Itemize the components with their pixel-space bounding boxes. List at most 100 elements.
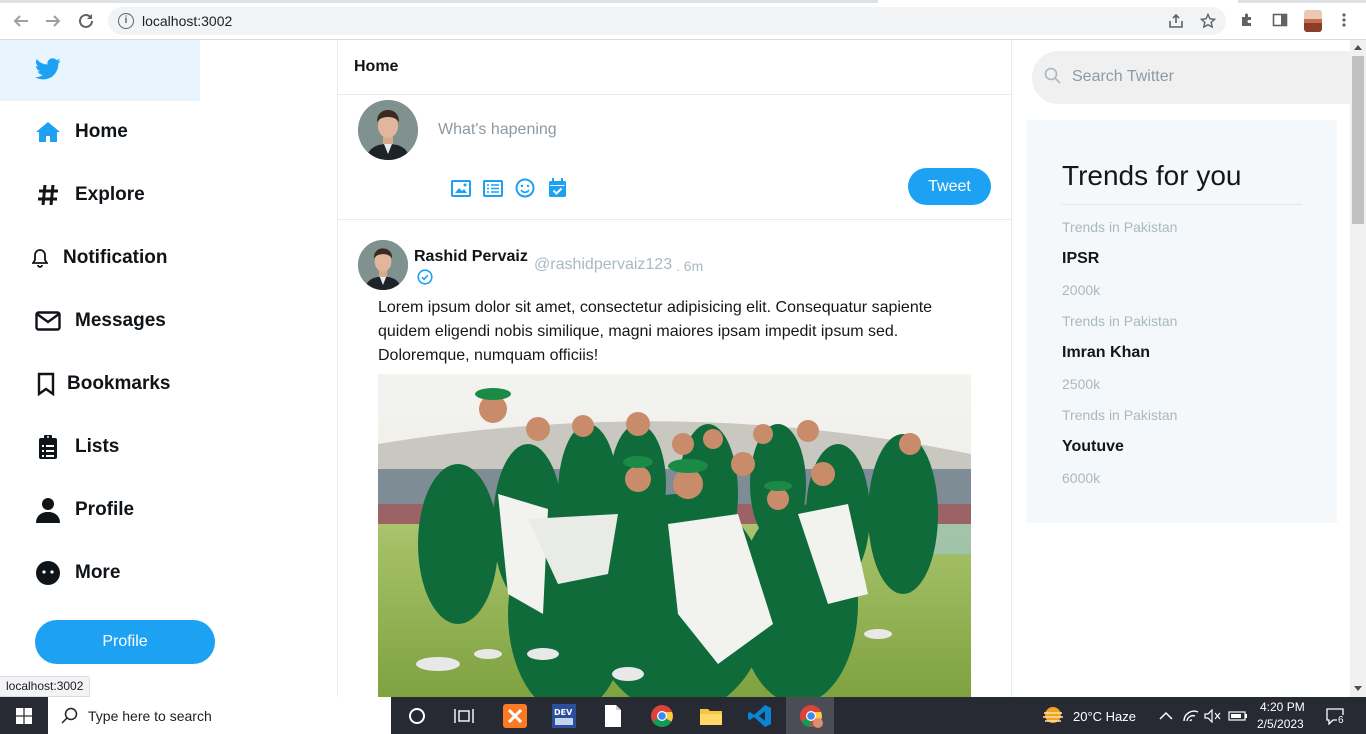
- task-view-icon[interactable]: [451, 703, 476, 728]
- composer-avatar: [358, 100, 418, 160]
- list-icon[interactable]: [482, 177, 504, 199]
- image-icon[interactable]: [450, 177, 472, 199]
- search-box[interactable]: Search Twitter: [1032, 51, 1366, 104]
- battery-icon[interactable]: [1225, 703, 1250, 728]
- tweet-button[interactable]: Tweet: [908, 168, 991, 205]
- post-handle[interactable]: @rashidpervaiz123: [534, 256, 672, 274]
- trend-name[interactable]: IPSR: [1062, 250, 1099, 268]
- nav-bookmarks-label: Bookmarks: [67, 373, 171, 394]
- trends-panel: Trends for you Trends in Pakistan IPSR 2…: [1027, 120, 1337, 523]
- logo-box[interactable]: [0, 40, 200, 101]
- address-bar[interactable]: i localhost:3002: [108, 7, 1226, 35]
- post-image[interactable]: [378, 374, 971, 697]
- search-input[interactable]: Search Twitter: [1072, 68, 1174, 86]
- tray-chevron-up-icon[interactable]: [1153, 703, 1178, 728]
- main-feed: Home What's hapening Tweet Rashid Pervai…: [338, 40, 1012, 697]
- nav-profile[interactable]: Profile: [34, 495, 134, 525]
- envelope-icon: [34, 308, 61, 335]
- scroll-up-arrow[interactable]: [1354, 45, 1362, 50]
- site-info-icon[interactable]: i: [118, 13, 134, 29]
- search-icon: [1044, 67, 1062, 90]
- extensions-icon[interactable]: [1237, 10, 1257, 30]
- nav-bookmarks[interactable]: Bookmarks: [34, 369, 171, 399]
- nav-notification[interactable]: Notification: [31, 243, 168, 273]
- twitter-logo-icon: [35, 58, 61, 80]
- nav-messages[interactable]: Messages: [34, 306, 166, 336]
- nav-explore[interactable]: Explore: [34, 180, 145, 210]
- nav-lists[interactable]: Lists: [34, 432, 119, 462]
- cortana-icon[interactable]: [404, 703, 429, 728]
- page-scrollbar[interactable]: [1350, 40, 1366, 697]
- bookmark-icon: [34, 371, 57, 398]
- file-icon[interactable]: [600, 703, 625, 728]
- browser-menu-icon[interactable]: [1334, 10, 1354, 30]
- windows-taskbar: Type here to search DEV 20°C Haze 4:20 P…: [0, 697, 1366, 734]
- page-title: Home: [354, 58, 399, 75]
- nav-profile-label: Profile: [75, 499, 135, 520]
- devcpp-icon[interactable]: DEV: [551, 703, 576, 728]
- left-sidebar: Home Explore Notification Messages Bookm…: [0, 40, 338, 697]
- tab-strip: [0, 0, 1366, 3]
- feed-header: Home: [338, 40, 1011, 95]
- trend-name[interactable]: Imran Khan: [1062, 344, 1150, 362]
- address-url: localhost:3002: [142, 13, 233, 29]
- nav-messages-label: Messages: [75, 310, 166, 331]
- nav-explore-label: Explore: [75, 184, 145, 205]
- side-panel-icon[interactable]: [1270, 10, 1290, 30]
- right-column: Search Twitter Trends for you Trends in …: [1012, 40, 1366, 697]
- clock-date[interactable]: 2/5/2023: [1257, 717, 1304, 731]
- trend-count: 2500k: [1062, 376, 1101, 392]
- vscode-icon[interactable]: [747, 703, 772, 728]
- taskbar-search-input[interactable]: Type here to search: [88, 708, 212, 724]
- clock-time[interactable]: 4:20 PM: [1260, 700, 1305, 714]
- forward-icon[interactable]: [43, 11, 63, 31]
- file-explorer-icon[interactable]: [698, 703, 723, 728]
- weather-text[interactable]: 20°C Haze: [1073, 709, 1136, 724]
- tweet-post: Rashid Pervaiz @rashidpervaiz123 . 6m Lo…: [338, 220, 1011, 697]
- svg-text:DEV: DEV: [554, 708, 573, 717]
- windows-start-icon[interactable]: [0, 697, 48, 734]
- trend-location: Trends in Pakistan: [1062, 313, 1178, 329]
- more-circle-icon: [34, 560, 61, 587]
- reload-icon[interactable]: [76, 11, 96, 31]
- verified-icon: [417, 269, 433, 290]
- status-bar-url: localhost:3002: [0, 676, 91, 697]
- nav-home-label: Home: [75, 121, 128, 142]
- home-icon: [34, 119, 61, 146]
- post-text: Lorem ipsum dolor sit amet, consectetur …: [378, 299, 933, 364]
- browser-profile-avatar[interactable]: [1304, 10, 1322, 32]
- nav-more[interactable]: More: [34, 558, 120, 588]
- clipboard-list-icon: [34, 434, 61, 461]
- trend-location: Trends in Pakistan: [1062, 219, 1178, 235]
- scroll-down-arrow[interactable]: [1354, 686, 1362, 691]
- nav-lists-label: Lists: [75, 436, 120, 457]
- notification-count: 6: [1337, 715, 1345, 726]
- post-avatar[interactable]: [358, 240, 408, 290]
- chrome-icon[interactable]: [649, 703, 674, 728]
- chrome-profile-icon[interactable]: [798, 703, 823, 728]
- xampp-icon[interactable]: [502, 703, 527, 728]
- scroll-thumb[interactable]: [1352, 56, 1364, 224]
- share-icon[interactable]: [1162, 7, 1190, 35]
- trend-count: 2000k: [1062, 282, 1101, 298]
- nav-more-label: More: [75, 562, 121, 583]
- trend-name[interactable]: Youtuve: [1062, 438, 1124, 456]
- trend-location: Trends in Pakistan: [1062, 407, 1178, 423]
- bell-icon: [31, 245, 49, 272]
- post-time: . 6m: [676, 258, 704, 274]
- post-author-name[interactable]: Rashid Pervaiz: [414, 248, 528, 266]
- tweet-composer: What's hapening Tweet: [338, 95, 1011, 220]
- emoji-icon[interactable]: [514, 177, 536, 199]
- back-icon[interactable]: [11, 11, 31, 31]
- profile-button[interactable]: Profile: [35, 620, 215, 664]
- volume-muted-icon[interactable]: [1200, 703, 1225, 728]
- user-icon: [34, 497, 61, 524]
- taskbar-search-box[interactable]: Type here to search: [48, 697, 391, 734]
- composer-input[interactable]: What's hapening: [438, 121, 557, 139]
- weather-haze-icon[interactable]: [1040, 703, 1065, 728]
- bookmark-star-icon[interactable]: [1194, 7, 1222, 35]
- nav-home[interactable]: Home: [34, 117, 128, 147]
- schedule-icon[interactable]: [546, 177, 568, 199]
- browser-toolbar: i localhost:3002: [0, 0, 1366, 40]
- trends-title: Trends for you: [1062, 160, 1242, 191]
